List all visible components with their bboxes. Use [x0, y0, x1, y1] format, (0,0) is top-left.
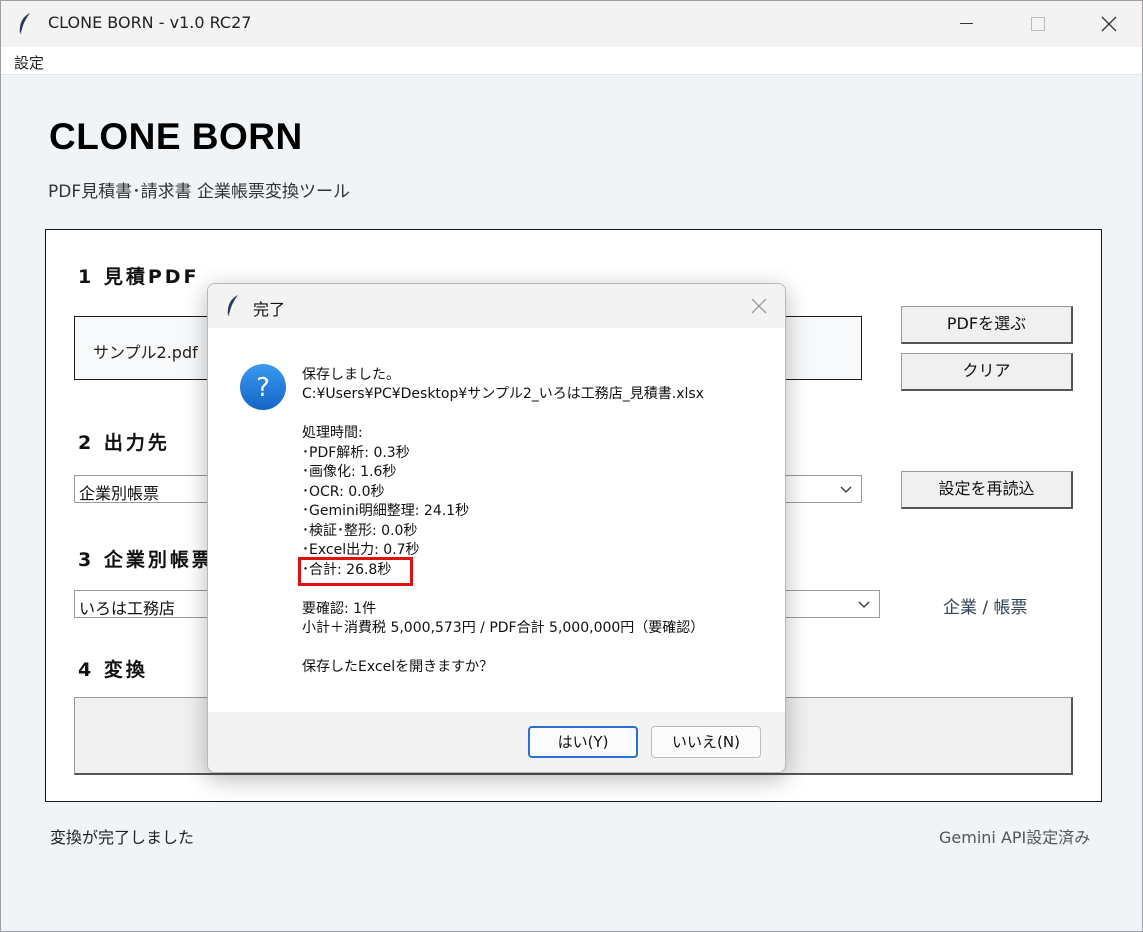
time-line: ･画像化: 1.6秒: [302, 464, 397, 480]
status-message: 変換が完了しました: [50, 828, 195, 847]
template-select-value: いろは工務店: [79, 599, 176, 618]
menu-bar: 設定: [1, 47, 1142, 75]
feather-icon: [227, 295, 238, 317]
section-title-convert: 4 変換: [78, 659, 148, 681]
section-title-output: 2 出力先: [78, 432, 170, 454]
no-button[interactable]: いいえ(N): [651, 726, 761, 758]
output-select-value: 企業別帳票: [79, 484, 160, 503]
check-header: 要確認: 1件: [302, 601, 377, 617]
completion-dialog: 完了 ? 保存しました。 C:¥Users¥PC¥Desktop¥サンプル2_い…: [207, 283, 786, 773]
api-status: Gemini API設定済み: [939, 828, 1091, 847]
clear-button[interactable]: クリア: [901, 353, 1073, 391]
dialog-message-path: C:¥Users¥PC¥Desktop¥サンプル2_いろは工務店_見積書.xls…: [302, 386, 704, 402]
chevron-down-icon: [840, 486, 852, 493]
dialog-footer: はい(Y) いいえ(N): [208, 712, 785, 772]
pdf-filename: サンプル2.pdf: [93, 343, 198, 362]
chevron-down-icon: [858, 601, 870, 608]
time-line: ･PDF解析: 0.3秒: [302, 445, 410, 461]
question-icon: ?: [240, 364, 286, 410]
maximize-icon: [1031, 17, 1045, 31]
section-title-template: 3 企業別帳票: [78, 549, 214, 571]
app-title: CLONE BORN: [49, 116, 303, 157]
open-question: 保存したExcelを開きますか？: [302, 659, 494, 675]
time-line: ･OCR: 0.0秒: [302, 484, 385, 500]
minimize-icon: [960, 23, 973, 24]
app-subtitle: PDF見積書･請求書 企業帳票変換ツール: [48, 182, 351, 202]
total-highlight-box: [298, 557, 413, 586]
close-button[interactable]: [1073, 1, 1143, 47]
yes-button[interactable]: はい(Y): [528, 726, 638, 758]
time-header: 処理時間:: [302, 425, 363, 441]
time-line: ･検証･整形: 0.0秒: [302, 523, 418, 539]
svg-text:?: ?: [256, 373, 270, 403]
section-title-pdf: 1 見積PDF: [78, 266, 200, 288]
menu-item-settings[interactable]: 設定: [14, 52, 44, 73]
title-bar[interactable]: CLONE BORN - v1.0 RC27: [1, 1, 1142, 47]
check-detail: 小計＋消費税 5,000,573円 / PDF合計 5,000,000円（要確認…: [302, 620, 705, 636]
dialog-title: 完了: [253, 300, 286, 319]
window-title: CLONE BORN - v1.0 RC27: [48, 13, 252, 32]
close-icon: [1101, 16, 1117, 32]
company-template-link[interactable]: 企業 / 帳票: [943, 593, 1028, 618]
reload-settings-button[interactable]: 設定を再読込: [901, 471, 1073, 509]
feather-icon: [19, 13, 30, 35]
choose-pdf-button[interactable]: PDFを選ぶ: [901, 306, 1073, 344]
close-icon[interactable]: [749, 296, 769, 316]
maximize-button[interactable]: [1002, 1, 1072, 47]
dialog-title-bar[interactable]: 完了: [208, 284, 785, 328]
time-line: ･Gemini明細整理: 24.1秒: [302, 503, 470, 519]
minimize-button[interactable]: [931, 1, 1001, 47]
dialog-message-saved: 保存しました。: [302, 367, 400, 383]
